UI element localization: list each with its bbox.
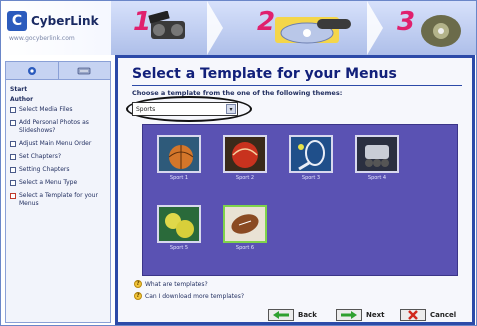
- main-panel: Select a Template for your Menus Choose …: [115, 55, 475, 325]
- checkbox-icon: [10, 193, 16, 199]
- step-item-select-media[interactable]: Select Media Files: [10, 106, 107, 114]
- template-image: [223, 205, 267, 243]
- next-button-label: Next: [366, 311, 385, 319]
- tab-wizard[interactable]: [6, 62, 59, 79]
- app-window: C CyberLink www.gocyberlink.com 1 2 3 St…: [0, 0, 477, 326]
- section-start[interactable]: Start: [10, 86, 107, 93]
- arrow-left-icon: [268, 309, 294, 321]
- left-panel-tabs: [6, 62, 110, 80]
- template-image: [157, 205, 201, 243]
- step-item-add-photos[interactable]: Add Personal Photos as Slideshows?: [10, 119, 107, 135]
- football-image-icon: [225, 207, 265, 241]
- back-button[interactable]: Back: [268, 308, 317, 322]
- step-item-label: Select a Template for your Menus: [19, 192, 98, 207]
- template-thumb-sport-2[interactable]: Sport 2: [223, 135, 267, 183]
- step-item-label: Select a Menu Type: [19, 179, 78, 186]
- rollerblade-image-icon: [357, 137, 397, 171]
- disc-menu-icon: [275, 17, 351, 44]
- step-item-label: Set Chapters?: [19, 153, 62, 160]
- checkbox-icon: [10, 167, 16, 173]
- page-subtitle: Choose a template from the one of the fo…: [132, 89, 343, 97]
- tennis-balls-image-icon: [159, 207, 199, 241]
- template-label: Sport 4: [367, 175, 387, 181]
- question-icon: ?: [134, 292, 142, 300]
- checkbox-icon: [10, 120, 16, 126]
- step-item-label: Setting Chapters: [19, 166, 70, 173]
- template-thumb-sport-5[interactable]: Sport 5: [157, 205, 201, 253]
- checkbox-icon: [10, 141, 16, 147]
- arrow-right-icon: [336, 309, 362, 321]
- template-label: Sport 6: [235, 245, 255, 251]
- template-image: [289, 135, 333, 173]
- step-item-label: Adjust Main Menu Order: [19, 140, 92, 147]
- template-image: [223, 135, 267, 173]
- title-divider: [132, 85, 462, 86]
- step-item-select-template[interactable]: Select a Template for your Menus: [10, 192, 107, 208]
- cyberlink-logo: C CyberLink: [7, 11, 99, 31]
- left-panel: Start Author Select Media Files Add Pers…: [5, 61, 111, 323]
- step-divider-1: [207, 1, 223, 55]
- logo-subtext: www.gocyberlink.com: [9, 35, 75, 42]
- close-icon: [400, 309, 426, 321]
- step-item-label: Add Personal Photos as Slideshows?: [19, 119, 89, 134]
- step-item-menu-type[interactable]: Select a Menu Type: [10, 179, 107, 187]
- logo-text: CyberLink: [31, 14, 99, 28]
- template-image: [355, 135, 399, 173]
- chevron-down-icon[interactable]: ▾: [226, 104, 236, 114]
- template-thumb-sport-3[interactable]: Sport 3: [289, 135, 333, 183]
- question-icon: ?: [134, 280, 142, 288]
- template-thumb-sport-1[interactable]: Sport 1: [157, 135, 201, 183]
- checkbox-icon: [10, 180, 16, 186]
- burn-disc-icon: [421, 15, 461, 47]
- tools-icon: [77, 67, 91, 74]
- template-thumb-sport-6[interactable]: Sport 6: [223, 205, 267, 253]
- next-button[interactable]: Next: [336, 308, 384, 322]
- step-divider-2: [367, 1, 383, 55]
- header-banner: C CyberLink www.gocyberlink.com 1 2 3: [1, 1, 476, 55]
- template-image: [157, 135, 201, 173]
- help-link-templates[interactable]: ? What are templates?: [134, 280, 208, 288]
- help-link-label: What are templates?: [145, 280, 208, 288]
- section-author[interactable]: Author: [10, 96, 107, 103]
- step-item-adjust-menu-order[interactable]: Adjust Main Menu Order: [10, 140, 107, 148]
- tennis-image-icon: [291, 137, 331, 171]
- basketball-image-icon: [159, 137, 199, 171]
- template-label: Sport 5: [169, 245, 189, 251]
- red-ball-image-icon: [225, 137, 265, 171]
- back-button-label: Back: [298, 311, 317, 319]
- template-thumb-sport-4[interactable]: Sport 4: [355, 135, 399, 183]
- checkbox-icon: [10, 107, 16, 113]
- help-link-download[interactable]: ? Can I download more templates?: [134, 292, 244, 300]
- film-reel-icon: [148, 11, 185, 39]
- theme-select-value: Sports: [136, 105, 156, 113]
- step-item-setting-chapters[interactable]: Setting Chapters: [10, 166, 107, 174]
- wizard-icon: [27, 66, 36, 75]
- cancel-button[interactable]: Cancel: [400, 308, 456, 322]
- cancel-button-label: Cancel: [430, 311, 457, 319]
- checkbox-icon: [10, 154, 16, 160]
- template-label: Sport 1: [169, 175, 189, 181]
- template-label: Sport 3: [301, 175, 321, 181]
- page-title: Select a Template for your Menus: [132, 66, 397, 82]
- step-item-label: Select Media Files: [19, 106, 73, 113]
- theme-select[interactable]: Sports ▾: [132, 102, 238, 116]
- wizard-steps: 1 2 3: [111, 1, 476, 55]
- wizard-step-list: Start Author Select Media Files Add Pers…: [6, 80, 110, 217]
- tab-advanced[interactable]: [59, 62, 111, 79]
- template-gallery: Sport 1 Sport 2 Sport 3 Sport 4 Sport 5 …: [142, 124, 458, 276]
- step-item-set-chapters[interactable]: Set Chapters?: [10, 153, 107, 161]
- logo-icon: C: [7, 11, 27, 31]
- help-link-label: Can I download more templates?: [145, 292, 245, 300]
- template-label: Sport 2: [235, 175, 255, 181]
